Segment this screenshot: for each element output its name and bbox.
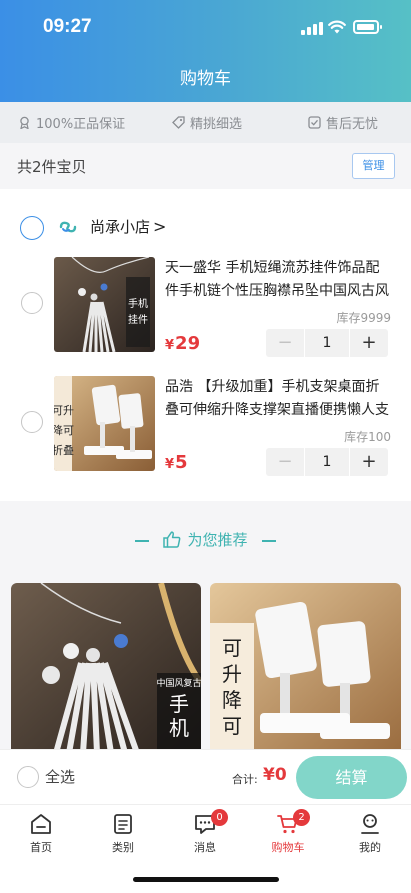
status-bar: 09:27 (0, 14, 411, 42)
decrease-button[interactable]: − (266, 329, 304, 357)
tab-label: 消息 (194, 841, 216, 854)
svg-text:挂件: 挂件 (128, 313, 148, 326)
page-title: 购物车 (180, 69, 231, 89)
recommend-card[interactable]: 中国风复古 手 机 (11, 583, 201, 753)
quantity-value[interactable]: 1 (305, 329, 349, 357)
svg-text:降: 降 (222, 688, 242, 712)
cart-count: 共2件宝贝 (17, 158, 87, 176)
tassel-pendant-image: 手机 挂件 (54, 257, 155, 352)
guarantee-bar: 100%正品保证 精挑细选 售后无忧 (0, 102, 411, 143)
divider (261, 539, 276, 542)
guarantee-aftersale: 售后无忧 (308, 102, 378, 143)
svg-text:可: 可 (222, 714, 242, 738)
guarantee-label: 售后无忧 (326, 117, 379, 132)
guarantee-label: 精挑细选 (190, 117, 243, 132)
currency-symbol: ¥ (165, 338, 175, 353)
increase-button[interactable]: + (350, 448, 388, 476)
tab-messages[interactable]: 消息 0 (175, 809, 235, 855)
svg-text:降可: 降可 (54, 423, 74, 437)
item-stock: 库存100 (344, 430, 391, 444)
cart-badge: 2 (293, 809, 310, 826)
item-title[interactable]: 天一盛华 手机短绳流苏挂件饰品配件手机链个性压胸襟吊坠中国风古风挂绳 (165, 257, 393, 303)
decrease-button[interactable]: − (266, 448, 304, 476)
tab-label: 首页 (30, 841, 52, 854)
checkout-button[interactable]: 结算 (296, 756, 407, 799)
signal-icon (301, 22, 323, 35)
home-icon (31, 814, 51, 834)
increase-button[interactable]: + (350, 329, 388, 357)
cart-count-row: 共2件宝贝 管理 (0, 143, 411, 189)
checkout-bar: 全选 合计: ¥0 结算 (0, 749, 411, 804)
tab-label: 购物车 (271, 841, 305, 854)
product-image-stand[interactable]: 可升 降可 折叠 (54, 376, 155, 471)
guarantee-authentic: 100%正品保证 (18, 102, 125, 143)
shop-select-checkbox[interactable] (20, 216, 44, 240)
svg-text:机: 机 (169, 716, 189, 740)
svg-text:折叠: 折叠 (54, 443, 74, 457)
shop-name-text: 尚承小店 (90, 218, 151, 236)
price-value: 5 (175, 452, 188, 473)
user-icon (361, 814, 379, 834)
tag-icon (172, 116, 185, 129)
phone-stand-image: 可升 降可 折叠 (54, 376, 155, 471)
message-badge: 0 (211, 809, 228, 826)
tab-label: 类别 (112, 841, 134, 854)
tassel-pendant-image: 中国风复古 手 机 (11, 583, 201, 753)
divider (135, 539, 150, 542)
currency-symbol: ¥ (165, 457, 175, 472)
battery-icon (353, 20, 382, 34)
shop-card: 尚承小店 > 手机 挂件 天一盛华 手机短绳流苏挂件饰品配件手机链个性压胸襟吊坠中… (0, 189, 411, 501)
manage-button[interactable]: 管理 (352, 153, 395, 179)
svg-text:升: 升 (222, 662, 242, 686)
item-price: ¥29 (165, 333, 200, 354)
thumbs-up-icon (163, 531, 181, 548)
quantity-stepper: − 1 + (266, 448, 388, 476)
tab-category[interactable]: 类别 (93, 813, 153, 855)
tab-profile[interactable]: 我的 (340, 813, 400, 855)
quantity-value[interactable]: 1 (305, 448, 349, 476)
home-indicator[interactable] (133, 877, 279, 882)
select-all-label[interactable]: 全选 (45, 766, 75, 787)
tab-cart[interactable]: 购物车 2 (258, 809, 318, 855)
tab-label: 我的 (359, 841, 381, 854)
check-square-icon (308, 116, 321, 129)
recommend-title: 为您推荐 (187, 531, 248, 549)
chevron-right-icon: > (153, 217, 167, 236)
phone-stand-image: 可 升 降 可 (210, 583, 401, 753)
svg-text:手机: 手机 (128, 297, 148, 310)
list-icon (114, 814, 132, 834)
svg-text:中国风复古: 中国风复古 (156, 677, 201, 689)
guarantee-label: 100%正品保证 (36, 117, 126, 132)
quantity-stepper: − 1 + (266, 329, 388, 357)
shop-header[interactable]: 尚承小店 > (20, 215, 320, 243)
cart-item: 可升 降可 折叠 品浩 【升级加重】手机支架桌面折叠可伸缩升降支撑架直播便携懒人… (0, 376, 411, 476)
item-select-checkbox[interactable] (21, 411, 43, 433)
status-time: 09:27 (43, 16, 92, 37)
total-value: ¥0 (263, 765, 287, 785)
guarantee-selected: 精挑细选 (172, 102, 242, 143)
medal-icon (20, 116, 29, 129)
recommend-header: 为您推荐 (0, 529, 411, 559)
shop-name[interactable]: 尚承小店 > (90, 216, 166, 237)
svg-text:手: 手 (169, 692, 189, 716)
product-image-tassel[interactable]: 手机 挂件 (54, 257, 155, 352)
app-header: 09:27 购物车 (0, 0, 411, 102)
svg-text:可: 可 (222, 636, 242, 660)
item-title[interactable]: 品浩 【升级加重】手机支架桌面折叠可伸缩升降支撑架直播便携懒人支架 (165, 376, 393, 422)
recommend-card[interactable]: 可 升 降 可 (210, 583, 401, 753)
tab-home[interactable]: 首页 (11, 813, 71, 855)
total-label: 合计: (232, 773, 258, 786)
wifi-icon (328, 20, 346, 34)
price-value: 29 (175, 333, 201, 354)
svg-text:可升: 可升 (54, 404, 74, 417)
item-stock: 库存9999 (336, 311, 391, 325)
shop-logo-icon (59, 221, 77, 233)
select-all-checkbox[interactable] (17, 766, 39, 788)
item-select-checkbox[interactable] (21, 292, 43, 314)
cart-item: 手机 挂件 天一盛华 手机短绳流苏挂件饰品配件手机链个性压胸襟吊坠中国风古风挂绳… (0, 257, 411, 357)
item-price: ¥5 (165, 452, 188, 473)
